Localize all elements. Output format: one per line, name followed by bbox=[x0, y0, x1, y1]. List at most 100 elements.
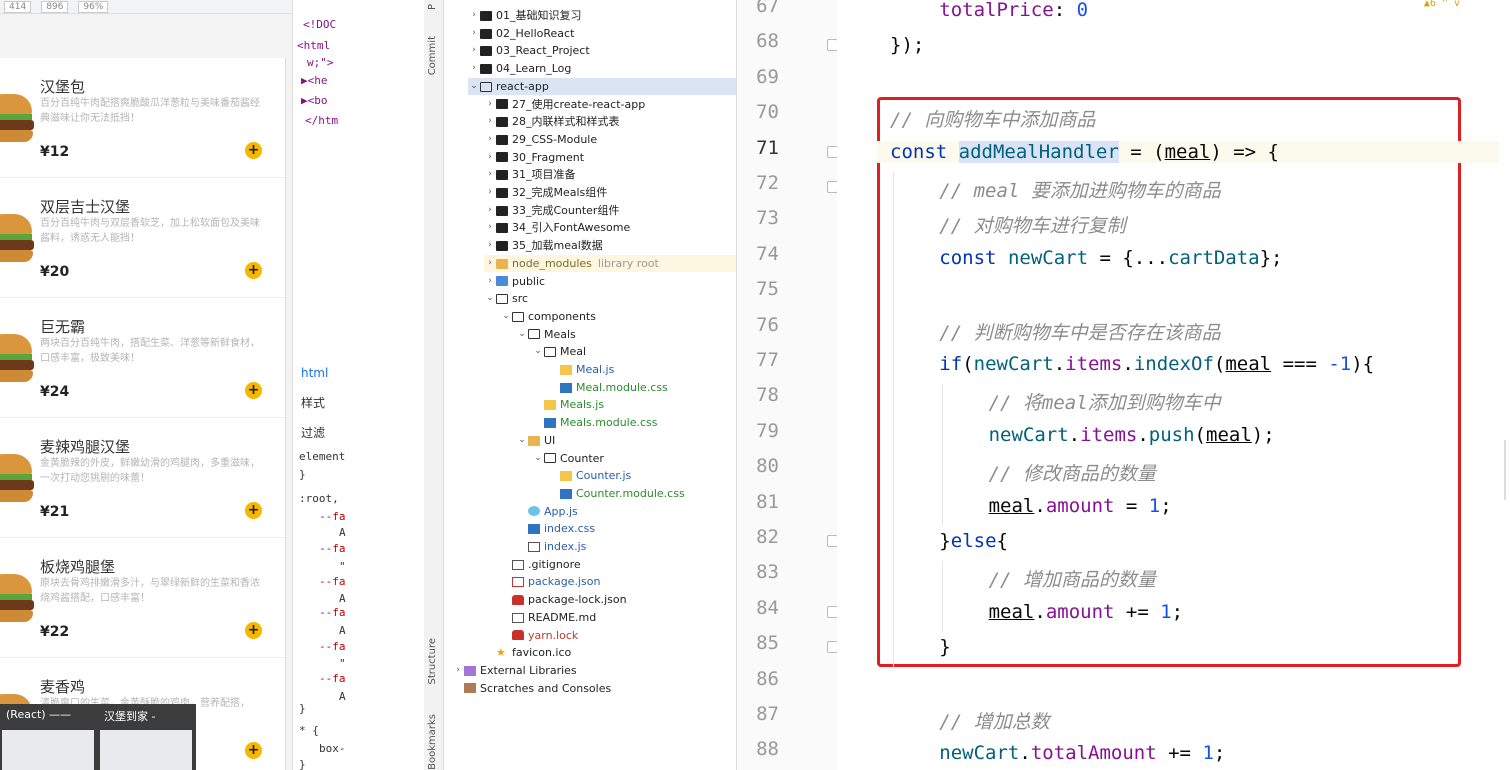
tree-item[interactable]: › 03_React_Project bbox=[468, 42, 736, 60]
fold-marker[interactable] bbox=[827, 145, 837, 158]
tree-item[interactable]: ★ favicon.ico bbox=[484, 644, 736, 662]
tree-item[interactable]: › 35_加载meal数据 bbox=[484, 237, 736, 255]
tree-item[interactable]: README.md bbox=[500, 609, 736, 627]
tab-html[interactable]: html bbox=[301, 366, 328, 380]
tree-item[interactable]: Meals.module.css bbox=[532, 414, 736, 432]
dom-node[interactable]: <html bbox=[297, 39, 330, 52]
fold-marker[interactable] bbox=[827, 605, 837, 618]
code-editor[interactable]: ▲6 ^ v totalPrice: 0}); // 向购物车中添加商品 const… bbox=[837, 0, 1510, 770]
tree-item[interactable]: Meal.js bbox=[548, 361, 736, 379]
structure-tool-label[interactable]: Structure bbox=[427, 638, 438, 685]
commit-tool-label[interactable]: Commit bbox=[427, 36, 438, 75]
tree-expand-arrow[interactable]: › bbox=[468, 7, 480, 25]
add-to-cart-button[interactable]: + bbox=[245, 262, 262, 279]
tree-item[interactable]: index.css bbox=[516, 520, 736, 538]
taskbar-preview[interactable]: (React) —— 汉堡到家 - bbox=[0, 704, 196, 770]
bookmarks-tool-label[interactable]: Bookmarks bbox=[427, 714, 438, 770]
styles-filter-input[interactable]: 过滤 bbox=[301, 424, 325, 441]
tree-item[interactable]: index.js bbox=[516, 538, 736, 556]
fold-marker[interactable] bbox=[827, 181, 837, 193]
tree-item[interactable]: ⌄ UI bbox=[516, 432, 736, 450]
tree-item[interactable]: › 01_基础知识复习 bbox=[468, 7, 736, 25]
tree-expand-arrow[interactable]: ⌄ bbox=[532, 450, 544, 468]
tree-item[interactable]: › 31_项目准备 bbox=[484, 166, 736, 184]
tree-expand-arrow[interactable]: › bbox=[452, 662, 464, 680]
add-to-cart-button[interactable]: + bbox=[245, 742, 262, 759]
taskbar-thumb-ide[interactable] bbox=[2, 730, 94, 770]
tree-expand-arrow[interactable]: › bbox=[484, 149, 496, 167]
tree-item[interactable]: Meal.module.css bbox=[548, 379, 736, 397]
tree-expand-arrow[interactable]: ⌄ bbox=[468, 78, 480, 96]
tree-expand-arrow[interactable]: › bbox=[484, 273, 496, 291]
add-to-cart-button[interactable]: + bbox=[245, 142, 262, 159]
inspection-warning[interactable]: ▲6 ^ v bbox=[1424, 0, 1460, 9]
tree-item[interactable]: › 30_Fragment bbox=[484, 149, 736, 167]
zoom-select[interactable]: 96% bbox=[78, 0, 109, 13]
dom-node[interactable]: </htm bbox=[305, 114, 338, 127]
tree-item[interactable]: › 04_Learn_Log bbox=[468, 60, 736, 78]
tree-expand-arrow[interactable]: › bbox=[468, 25, 480, 43]
add-to-cart-button[interactable]: + bbox=[245, 622, 262, 639]
tree-item[interactable]: ⌄ Counter bbox=[532, 450, 736, 468]
tree-expand-arrow[interactable]: › bbox=[484, 131, 496, 149]
tree-expand-arrow[interactable]: › bbox=[484, 166, 496, 184]
tree-expand-arrow[interactable]: › bbox=[484, 255, 496, 273]
width-field[interactable]: 414 bbox=[4, 0, 32, 13]
tree-item[interactable]: Scratches and Consoles bbox=[452, 680, 736, 698]
code-token: . bbox=[1068, 423, 1081, 446]
tree-item[interactable]: › 27_使用create-react-app bbox=[484, 96, 736, 114]
tree-item[interactable]: ⌄ react-app bbox=[468, 77, 736, 96]
tree-item[interactable]: ⌄ Meal bbox=[532, 343, 736, 361]
dom-node[interactable]: ▶<bo bbox=[301, 94, 328, 107]
dom-node[interactable]: ▶<he bbox=[301, 74, 328, 87]
taskbar-thumb-browser[interactable] bbox=[100, 730, 192, 770]
tree-expand-arrow[interactable]: › bbox=[468, 60, 480, 78]
tree-item[interactable]: › 33_完成Counter组件 bbox=[484, 202, 736, 220]
tree-expand-arrow[interactable]: ⌄ bbox=[484, 290, 496, 308]
tree-item[interactable]: › External Libraries bbox=[452, 662, 736, 680]
fold-marker[interactable] bbox=[827, 641, 837, 654]
tree-item[interactable]: Counter.js bbox=[548, 467, 736, 485]
tree-expand-arrow[interactable]: ⌄ bbox=[500, 308, 512, 326]
tree-item[interactable]: .gitignore bbox=[500, 556, 736, 574]
tree-expand-arrow[interactable]: › bbox=[468, 42, 480, 60]
tree-expand-arrow[interactable]: › bbox=[484, 96, 496, 114]
fold-marker[interactable] bbox=[827, 39, 837, 52]
tree-item[interactable]: Counter.module.css bbox=[548, 485, 736, 503]
tree-expand-arrow[interactable]: › bbox=[484, 219, 496, 237]
tree-item[interactable]: App.js bbox=[516, 503, 736, 521]
tree-item[interactable]: ⌄ components bbox=[500, 308, 736, 326]
tree-item[interactable]: › 02_HelloReact bbox=[468, 25, 736, 43]
meal-name: 麦香鸡 bbox=[40, 678, 86, 696]
tree-expand-arrow[interactable]: › bbox=[484, 202, 496, 220]
tree-item[interactable]: › 28_内联样式和样式表 bbox=[484, 113, 736, 131]
tree-expand-arrow[interactable]: ⌄ bbox=[516, 432, 528, 450]
tree-item[interactable]: yarn.lock bbox=[500, 627, 736, 645]
tree-item[interactable]: › 29_CSS-Module bbox=[484, 131, 736, 149]
tree-item[interactable]: package-lock.json bbox=[500, 591, 736, 609]
tree-item[interactable]: Meals.js bbox=[532, 396, 736, 414]
tree-expand-arrow[interactable]: ⌄ bbox=[516, 326, 528, 344]
tab-styles[interactable]: 样式 bbox=[301, 394, 325, 411]
dom-node[interactable]: w;"> bbox=[307, 56, 334, 69]
tree-item-label: Counter bbox=[560, 451, 604, 465]
tree-item[interactable]: ⌄ src bbox=[484, 290, 736, 308]
project-tool-label[interactable]: P bbox=[427, 4, 438, 10]
tree-expand-arrow[interactable]: › bbox=[484, 184, 496, 202]
tree-item[interactable]: › 34_引入FontAwesome bbox=[484, 219, 736, 237]
tree-expand-arrow[interactable]: › bbox=[484, 113, 496, 131]
tree-item[interactable]: › public bbox=[484, 273, 736, 291]
fold-marker[interactable] bbox=[827, 535, 837, 547]
add-to-cart-button[interactable]: + bbox=[245, 382, 262, 399]
tree-item[interactable]: package.json bbox=[500, 573, 736, 591]
dom-node[interactable]: <!DOC bbox=[303, 18, 336, 31]
tree-expand-arrow[interactable]: ⌄ bbox=[532, 343, 544, 361]
tree-item-label: package-lock.json bbox=[528, 593, 627, 607]
tree-item[interactable]: ⌄ Meals bbox=[516, 326, 736, 344]
height-field[interactable]: 896 bbox=[41, 0, 69, 13]
tree-expand-arrow[interactable]: › bbox=[484, 237, 496, 255]
editor-scrollbar[interactable] bbox=[1504, 440, 1506, 500]
tree-item[interactable]: › 32_完成Meals组件 bbox=[484, 184, 736, 202]
tree-item[interactable]: › node_modules library root bbox=[484, 254, 736, 273]
add-to-cart-button[interactable]: + bbox=[245, 502, 262, 519]
